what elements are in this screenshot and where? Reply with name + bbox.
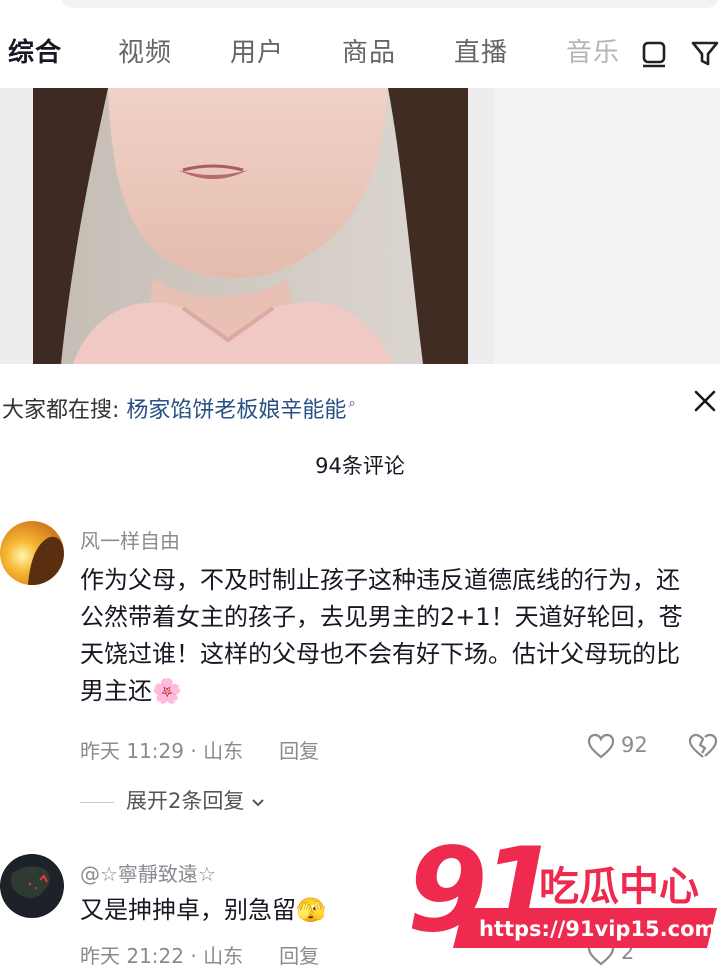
search-bar[interactable] xyxy=(60,0,720,8)
avatar[interactable] xyxy=(0,854,64,918)
divider-line xyxy=(80,801,114,803)
layout-toggle-icon[interactable] xyxy=(640,38,668,72)
video-thumbnail[interactable] xyxy=(33,88,468,364)
tab-live[interactable]: 直播 xyxy=(454,32,508,69)
comment-meta: 昨天 11:29 · 山东 回复 xyxy=(80,735,319,764)
comment-username[interactable]: 风一样自由 xyxy=(80,525,180,554)
tab-comprehensive[interactable]: 综合 xyxy=(8,32,62,69)
result-gallery xyxy=(0,88,720,364)
tab-products[interactable]: 商品 xyxy=(342,32,396,69)
tab-video[interactable]: 视频 xyxy=(118,32,172,69)
filter-icon[interactable] xyxy=(690,38,720,72)
comment-text: 作为父母，不及时制止孩子这种违反道德底线的行为，还公然带着女主的孩子，去见男主的… xyxy=(80,566,683,705)
comment-meta: 昨天 21:22 · 山东 回复 xyxy=(80,940,319,969)
search-small-icon: ⌕ xyxy=(348,396,356,411)
tab-music[interactable]: 音乐 xyxy=(566,32,620,69)
watermark-logo: 91 吃瓜中心 https://91vip15.com xyxy=(405,822,720,960)
search-tabs: 综合 视频 用户 商品 直播 音乐 xyxy=(0,14,720,101)
next-result-card[interactable] xyxy=(494,88,720,364)
dislike-broken-heart-icon[interactable] xyxy=(688,733,718,763)
tab-users[interactable]: 用户 xyxy=(230,32,284,69)
trending-query-link[interactable]: 杨家馅饼老板娘辛能能 xyxy=(126,398,346,423)
reply-button[interactable]: 回复 xyxy=(279,739,319,763)
reply-button[interactable]: 回复 xyxy=(279,944,319,968)
trending-search[interactable]: 大家都在搜: 杨家馅饼老板娘辛能能 ⌕ xyxy=(2,392,356,424)
comment-username[interactable]: @☆寧靜致遠☆ xyxy=(80,858,216,887)
close-icon[interactable] xyxy=(690,386,720,416)
expand-replies-button[interactable]: 展开2条回复 xyxy=(80,785,265,815)
like-button[interactable]: 92 xyxy=(587,733,648,759)
avatar[interactable] xyxy=(0,521,64,585)
watermark-title: 吃瓜中心 xyxy=(539,864,699,910)
chevron-down-icon xyxy=(251,789,265,813)
like-count: 92 xyxy=(621,733,648,757)
expand-replies-label: 展开2条回复 xyxy=(126,789,245,813)
watermark-url: https://91vip15.com xyxy=(479,917,716,941)
comments-count: 94条评论 xyxy=(315,454,405,478)
trending-prefix: 大家都在搜: xyxy=(2,398,120,423)
heart-icon xyxy=(587,733,621,759)
comment-time-location: 昨天 21:22 · 山东 xyxy=(80,944,244,968)
comment-time-location: 昨天 11:29 · 山东 xyxy=(80,739,244,763)
